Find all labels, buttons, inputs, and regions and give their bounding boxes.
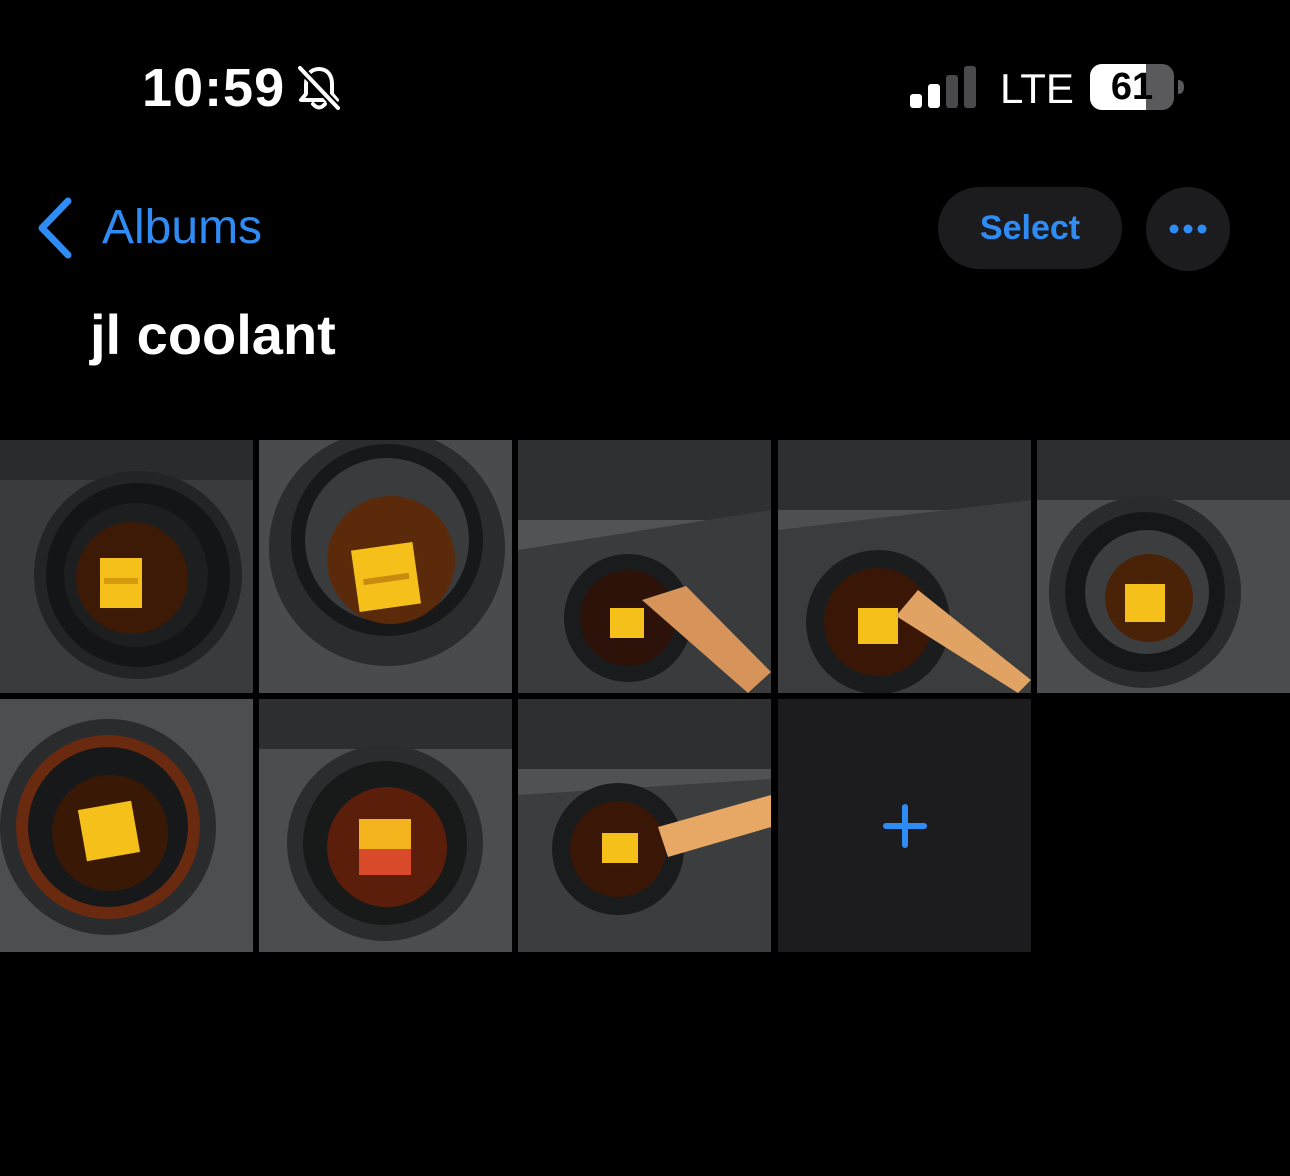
back-button-label: Albums	[102, 201, 263, 254]
photo-5-image	[1037, 440, 1290, 693]
ellipsis-icon	[1169, 224, 1207, 234]
photo-4-image	[778, 440, 1031, 693]
status-time: 10:59	[142, 58, 286, 118]
photo-1-image	[0, 440, 253, 693]
album-title: jl coolant	[90, 303, 336, 366]
photo-2-image	[259, 440, 512, 693]
battery-level: 61	[1110, 66, 1154, 108]
photo-thumbnail-4[interactable]	[778, 440, 1031, 693]
add-photos-button[interactable]	[778, 699, 1031, 952]
bell-slash-icon	[297, 65, 341, 111]
photo-thumbnail-5[interactable]	[1037, 440, 1290, 693]
photo-thumbnail-8[interactable]	[518, 699, 771, 952]
photo-6-image	[0, 699, 253, 952]
photo-3-image	[518, 440, 771, 693]
back-button[interactable]: Albums	[36, 196, 262, 260]
more-options-button[interactable]	[1146, 187, 1230, 271]
photo-8-image	[518, 699, 771, 952]
chevron-left-icon	[38, 197, 72, 259]
plus-icon	[882, 803, 927, 848]
photo-7-image	[259, 699, 512, 952]
photo-thumbnail-6[interactable]	[0, 699, 253, 952]
photos-album-screen: 10:59 LTE 61 Albums Select jl coolant	[0, 0, 1290, 1176]
photo-thumbnail-1[interactable]	[0, 440, 253, 693]
photo-thumbnail-2[interactable]	[259, 440, 512, 693]
network-type: LTE	[1000, 65, 1074, 112]
select-button[interactable]: Select	[938, 187, 1122, 269]
photo-thumbnail-7[interactable]	[259, 699, 512, 952]
photo-thumbnail-3[interactable]	[518, 440, 771, 693]
signal-bars-icon	[910, 66, 976, 108]
